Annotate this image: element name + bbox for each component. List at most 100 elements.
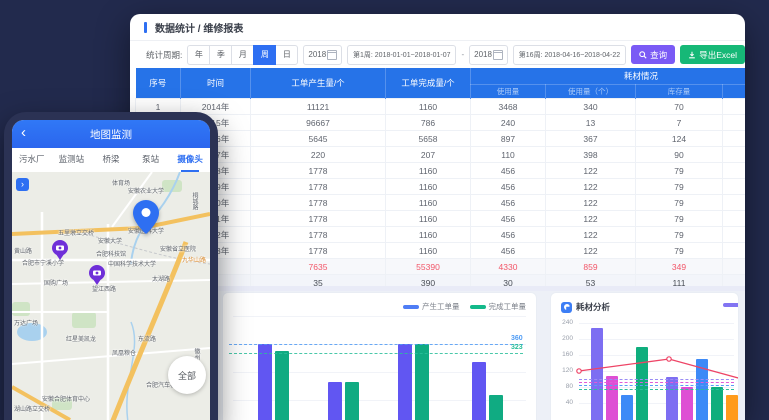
chart-bar <box>328 382 342 420</box>
end-year-value: 2018 <box>474 50 492 59</box>
table-cell: 79 <box>636 195 723 211</box>
period-label: 统计周期: <box>146 49 182 61</box>
camera-pin[interactable] <box>52 240 68 260</box>
selected-location-pin[interactable] <box>133 200 159 234</box>
camera-pin[interactable] <box>89 265 105 285</box>
chart-bar <box>472 362 486 420</box>
table-row: 42017年2202071103989019 <box>136 147 746 163</box>
left-chart-plot: 360323 <box>223 293 536 420</box>
table-cell: 456 <box>471 179 546 195</box>
table-cell: 349 <box>636 259 723 275</box>
chart-bar <box>258 344 272 420</box>
chart-bar <box>591 328 603 420</box>
tab-污水厂[interactable]: 污水厂 <box>12 148 52 172</box>
breadcrumb[interactable]: 数据统计 / 维修报表 <box>155 20 243 35</box>
start-week-input[interactable]: 第1周: 2018-01-01~2018-01-07 <box>347 45 456 65</box>
tab-摄像头[interactable]: 摄像头 <box>170 148 210 172</box>
right-chart-legend-stub <box>723 303 739 307</box>
reference-label: 360 <box>511 335 523 342</box>
period-option-年[interactable]: 年 <box>187 45 210 65</box>
table-cell: 122 <box>546 211 636 227</box>
reference-line <box>579 389 734 390</box>
page: 数据统计 / 维修报表 统计周期: 年季月周日 2018 第1周: 2018-0… <box>0 0 769 420</box>
reference-line <box>229 344 523 345</box>
sub-col-1: 使用量（个） <box>546 85 636 99</box>
consumables-chart-card: 耗材分析 2402001601208040 <box>550 292 739 420</box>
gridline <box>579 323 734 324</box>
show-all-button[interactable]: 全部 <box>168 356 206 394</box>
table-cell: 79 <box>636 179 723 195</box>
period-option-日[interactable]: 日 <box>275 45 298 65</box>
table-row: 12014年111211160346834070250 <box>136 99 746 115</box>
map-label: 万达广场 <box>14 318 38 327</box>
table-cell: 220 <box>251 147 386 163</box>
back-icon[interactable]: ‹ <box>21 124 26 142</box>
period-option-月[interactable]: 月 <box>231 45 254 65</box>
reference-line <box>579 382 734 383</box>
table-cell: 207 <box>386 147 471 163</box>
period-segmented-control: 年季月周日 <box>187 45 298 65</box>
period-option-季[interactable]: 季 <box>209 45 232 65</box>
end-year-select[interactable]: 2018 <box>469 45 508 65</box>
query-button[interactable]: 查询 <box>631 45 675 64</box>
table-row: 102023年177811604561227967 <box>136 243 746 259</box>
filter-bar: 统计周期: 年季月周日 2018 第1周: 2018-01-01~2018-01… <box>130 41 745 68</box>
expand-panel-button[interactable]: › <box>16 178 29 191</box>
col-group-consumables: 耗材情况 <box>471 68 746 85</box>
map-label: 凤凰粮仓 <box>112 348 136 357</box>
map-label: 红星美凯龙 <box>66 334 96 343</box>
reference-line <box>579 379 734 380</box>
chart-bar <box>398 344 412 420</box>
table-cell: 1778 <box>251 227 386 243</box>
table-cell: 11121 <box>251 99 386 115</box>
download-icon <box>688 51 696 59</box>
table-cell: 79 <box>636 227 723 243</box>
table-cell: 67 <box>723 243 746 259</box>
phone-header: ‹ 地图监测 <box>12 120 210 148</box>
table-cell: 129 <box>723 131 746 147</box>
map-label: 安徽合肥体育中心 <box>42 394 90 403</box>
report-table: 序号 时间 工单产生量/个 工单完成量/个 耗材情况 使用量 使用量（个） 库存… <box>135 68 745 291</box>
table-cell: 55390 <box>386 259 471 275</box>
reference-line <box>229 353 523 354</box>
table-row: 52018年177811604561227967 <box>136 163 746 179</box>
col-header-done: 工单完成量/个 <box>386 68 471 99</box>
tab-泵站[interactable]: 泵站 <box>131 148 171 172</box>
table-cell: 122 <box>546 195 636 211</box>
end-week-input[interactable]: 第16周: 2018-04-16~2018-04-22 <box>513 45 626 65</box>
map-label: 湖山路立交桥 <box>14 404 50 413</box>
table-cell: 1778 <box>251 195 386 211</box>
map-label: 东流路 <box>138 334 156 343</box>
map-label: 合肥科技馆 <box>96 249 126 258</box>
map-label: 黄山路 <box>14 246 32 255</box>
table-cell: 67 <box>723 227 746 243</box>
chart-bar <box>489 395 503 420</box>
table-cell: 456 <box>471 227 546 243</box>
table-cell: 110 <box>471 147 546 163</box>
table-cell: 456 <box>471 243 546 259</box>
table-cell: 1160 <box>386 195 471 211</box>
search-icon <box>639 51 647 59</box>
map[interactable]: 五里墩立交桥体育场安徽农业大学桐城路合肥市宁溪小学安徽医科大学安徽大学合肥科技馆… <box>12 172 210 420</box>
chart-bar <box>345 382 359 420</box>
y-axis-tick: 80 <box>555 383 573 390</box>
y-axis-tick: 120 <box>555 367 573 374</box>
table-cell: 90 <box>636 147 723 163</box>
period-option-周[interactable]: 周 <box>253 45 276 65</box>
tab-监测站[interactable]: 监测站 <box>52 148 92 172</box>
tab-桥梁[interactable]: 桥梁 <box>91 148 131 172</box>
table-cell: 1160 <box>386 227 471 243</box>
phone-screen: ‹ 地图监测 污水厂监测站桥梁泵站摄像头 <box>12 120 210 420</box>
y-axis-tick: 40 <box>555 399 573 406</box>
reference-label: 323 <box>511 344 523 351</box>
map-label: 九华山路 <box>182 255 206 264</box>
chart-bar <box>711 387 723 420</box>
start-year-select[interactable]: 2018 <box>303 45 342 65</box>
col-header-no: 序号 <box>136 68 181 99</box>
export-excel-button[interactable]: 导出Excel <box>680 45 745 64</box>
map-label: 安徽农业大学 <box>128 186 164 195</box>
table-cell: 334 <box>723 259 746 275</box>
workorder-chart-card: 产生工单量完成工单量 360323 <box>222 292 537 420</box>
table-cell: 1160 <box>386 211 471 227</box>
table-cell: 79 <box>636 211 723 227</box>
